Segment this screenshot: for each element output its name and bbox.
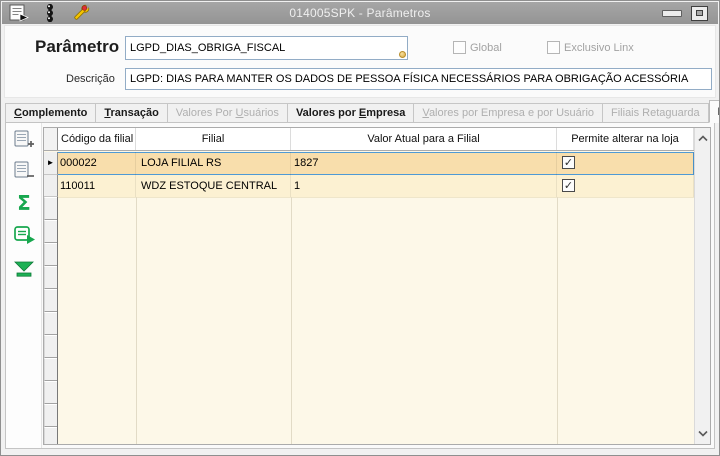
- maximize-button[interactable]: [691, 5, 708, 21]
- indicator-cell-empty: [44, 404, 58, 427]
- indicator-cell-empty: [44, 358, 58, 381]
- minimize-button[interactable]: [662, 9, 682, 17]
- sum-icon: Σ: [17, 191, 31, 215]
- exclusivo-linx-checkbox[interactable]: [547, 41, 560, 54]
- parametro-label: Parâmetro: [35, 37, 120, 56]
- global-label: Global: [470, 41, 502, 54]
- header-codigo-da-filial[interactable]: Código da filial: [58, 128, 136, 150]
- tab-valores-por-usuarios: Valores Por Usuários: [167, 103, 288, 123]
- grid-toolbar: Σ: [6, 123, 42, 448]
- cell-filial[interactable]: WDZ ESTOQUE CENTRAL: [136, 175, 291, 197]
- chevron-up-icon: [698, 135, 708, 142]
- scroll-down-button[interactable]: [695, 425, 710, 442]
- exclusivo-linx-label: Exclusivo Linx: [564, 41, 634, 54]
- grid-header-row: Código da filial Filial Valor Atual para…: [44, 128, 694, 151]
- cell-codigo[interactable]: 000022: [58, 152, 136, 175]
- table-row[interactable]: 110011 WDZ ESTOQUE CENTRAL 1 ✓: [44, 175, 694, 198]
- maximize-glyph: [696, 10, 703, 16]
- form-arrow-icon[interactable]: [9, 3, 29, 23]
- row-indicator: [44, 175, 58, 197]
- traffic-light-icon[interactable]: [40, 3, 60, 23]
- global-checkbox-group[interactable]: Global: [453, 41, 502, 54]
- indicator-cell-empty: [44, 335, 58, 358]
- cell-permite: ✓: [557, 175, 694, 197]
- indicator-cell-empty: [44, 220, 58, 243]
- table-row-selected[interactable]: ► 000022 LOJA FILIAL RS 1827 ✓: [44, 152, 694, 175]
- execute-button[interactable]: [12, 223, 36, 247]
- filiais-grid: Código da filial Filial Valor Atual para…: [43, 127, 711, 445]
- parametro-input[interactable]: LGPD_DIAS_OBRIGA_FISCAL: [125, 36, 408, 60]
- permite-checkbox[interactable]: ✓: [562, 156, 575, 169]
- grid-gridline: [557, 197, 558, 444]
- tab-valores-por-empresa-e-usuario: Valores por Empresa e por Usuário: [414, 103, 604, 123]
- tab-bar: Complemento Transação Valores Por Usuári…: [5, 100, 719, 123]
- delete-record-button[interactable]: [12, 159, 36, 183]
- grid-gridline: [136, 197, 137, 444]
- cell-permite: ✓: [557, 152, 694, 175]
- delete-record-icon: [14, 161, 34, 178]
- header-filial[interactable]: Filial: [136, 128, 291, 150]
- row-indicator: ►: [44, 152, 58, 175]
- permite-checkbox[interactable]: ✓: [562, 179, 575, 192]
- go-to-last-icon: [14, 261, 34, 277]
- add-record-button[interactable]: [12, 128, 36, 152]
- check-icon: ✓: [563, 180, 574, 192]
- tab-valores-por-empresa[interactable]: Valores por Empresa: [287, 103, 415, 123]
- wrench-icon[interactable]: [71, 3, 91, 23]
- cell-filial[interactable]: LOJA FILIAL RS: [136, 152, 291, 175]
- indicator-cell-empty: [44, 312, 58, 335]
- titlebar[interactable]: 014005SPK - Parâmetros: [2, 2, 718, 24]
- chevron-down-icon: [698, 430, 708, 437]
- last-record-button[interactable]: [12, 257, 36, 281]
- descricao-value: LGPD: DIAS PARA MANTER OS DADOS DE PESSO…: [130, 73, 689, 85]
- indicator-cell-empty: [44, 427, 58, 444]
- check-icon: ✓: [563, 157, 574, 169]
- indicator-cell-empty: [44, 243, 58, 266]
- grid-vscrollbar[interactable]: [694, 128, 710, 444]
- cell-valor[interactable]: 1: [291, 175, 557, 197]
- tab-filiais-loja[interactable]: Filiais Loja: [708, 100, 719, 123]
- indicator-cell-empty: [44, 266, 58, 289]
- indicator-cell-empty: [44, 289, 58, 312]
- header-valor-atual[interactable]: Valor Atual para a Filial: [291, 128, 557, 150]
- tab-transacao[interactable]: Transação: [96, 103, 168, 123]
- input-hint-grip[interactable]: [399, 51, 406, 58]
- row-pointer-icon: ►: [46, 158, 55, 167]
- exclusivo-linx-checkbox-group[interactable]: Exclusivo Linx: [547, 41, 634, 54]
- sum-button[interactable]: Σ: [12, 191, 36, 215]
- descricao-label: Descrição: [66, 73, 115, 85]
- indicator-cell-empty: [44, 197, 58, 220]
- indicator-cell-empty: [44, 381, 58, 404]
- tab-complemento[interactable]: Complemento: [5, 103, 97, 123]
- cell-codigo[interactable]: 110011: [58, 175, 136, 197]
- scroll-up-button[interactable]: [695, 130, 710, 147]
- execute-form-icon: [13, 226, 35, 244]
- tab-filiais-retaguarda: Filiais Retaguarda: [603, 103, 709, 123]
- tab-content-filiais-loja: Σ Código da filial Filial Valor Atual pa…: [5, 122, 715, 449]
- window-title: 014005SPK - Parâmetros: [289, 6, 431, 20]
- grid-gridline: [291, 197, 292, 444]
- parametro-value: LGPD_DIAS_OBRIGA_FISCAL: [130, 42, 286, 54]
- descricao-input[interactable]: LGPD: DIAS PARA MANTER OS DADOS DE PESSO…: [125, 68, 712, 90]
- indicator-column-rail: [57, 197, 58, 444]
- cell-valor[interactable]: 1827: [291, 152, 557, 175]
- global-checkbox[interactable]: [453, 41, 466, 54]
- add-record-icon: [14, 130, 34, 147]
- indicator-header-cell: [44, 128, 58, 150]
- parameter-form: Parâmetro LGPD_DIAS_OBRIGA_FISCAL Global…: [4, 25, 716, 98]
- parametros-window: 014005SPK - Parâmetros Parâmetro LGPD_DI…: [0, 0, 720, 456]
- header-permite-alterar[interactable]: Permite alterar na loja: [557, 128, 694, 150]
